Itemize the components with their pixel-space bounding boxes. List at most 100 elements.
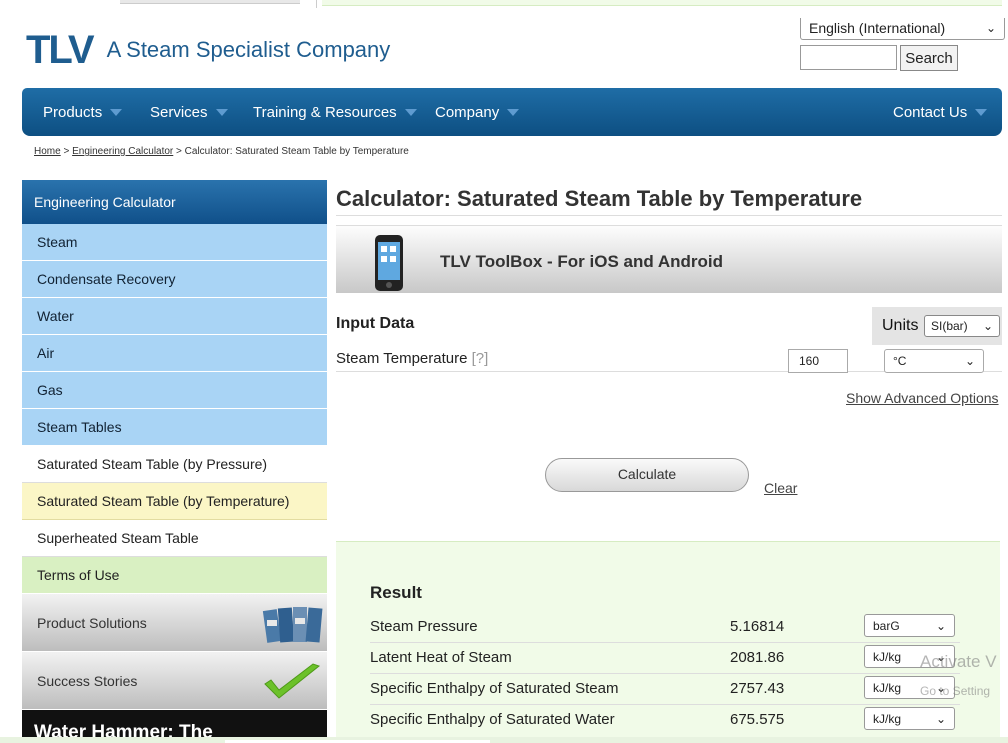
- breadcrumb-current: Calculator: Saturated Steam Table by Tem…: [184, 146, 409, 157]
- result-title: Result: [370, 583, 422, 602]
- calculate-button[interactable]: Calculate: [545, 458, 749, 492]
- sidebar-item-condensate[interactable]: Condensate Recovery: [22, 261, 327, 298]
- temperature-unit-select[interactable]: °C ⌄: [884, 349, 984, 373]
- divider: [370, 673, 960, 674]
- divider: [316, 0, 317, 8]
- clear-link[interactable]: Clear: [764, 480, 797, 496]
- sidebar-item-gas[interactable]: Gas: [22, 372, 327, 409]
- caret-down-icon: [110, 108, 123, 116]
- nav-services-label: Services: [150, 103, 208, 121]
- search-input[interactable]: [800, 45, 897, 70]
- nav-training-label: Training & Resources: [253, 103, 397, 121]
- steam-temp-label: Steam Temperature [?]: [336, 350, 488, 367]
- caret-down-icon: [215, 108, 228, 116]
- toolbox-banner[interactable]: TLV ToolBox - For iOS and Android: [336, 225, 1002, 293]
- result-unit-value: kJ/kg: [873, 680, 902, 695]
- result-label: Steam Pressure: [370, 618, 478, 635]
- result-unit-value: kJ/kg: [873, 649, 902, 664]
- search-button[interactable]: Search: [900, 45, 958, 71]
- help-link[interactable]: [?]: [472, 350, 489, 367]
- divider: [370, 704, 960, 705]
- result-row: Specific Enthalpy of Saturated Steam 275…: [370, 676, 960, 704]
- top-fragment: [120, 0, 300, 4]
- sidebar-item-superheated[interactable]: Superheated Steam Table: [22, 520, 327, 557]
- result-value: 2757.43: [730, 680, 785, 697]
- promo-product-solutions[interactable]: Product Solutions: [22, 594, 327, 652]
- main-nav: Products Services Training & Resources C…: [22, 88, 1002, 136]
- page-title: Calculator: Saturated Steam Table by Tem…: [336, 186, 863, 211]
- checkmark-icon: [264, 663, 321, 699]
- top-green-fragment: [322, 0, 1002, 6]
- caret-down-icon: [404, 108, 417, 116]
- activation-watermark: Activate V: [920, 652, 997, 671]
- promo-success-stories[interactable]: Success Stories: [22, 652, 327, 710]
- sidebar-header[interactable]: Engineering Calculator: [22, 180, 327, 224]
- result-label: Latent Heat of Steam: [370, 649, 512, 666]
- result-unit-value: barG: [873, 618, 900, 633]
- sidebar-item-steam-tables[interactable]: Steam Tables: [22, 409, 327, 446]
- result-unit-select[interactable]: kJ/kg ⌄: [864, 707, 955, 730]
- show-advanced-options-link[interactable]: Show Advanced Options: [846, 390, 999, 406]
- sidebar-item-air[interactable]: Air: [22, 335, 327, 372]
- sidebar-item-water[interactable]: Water: [22, 298, 327, 335]
- logo-tagline: A Steam Specialist Company: [106, 37, 391, 62]
- chevron-down-icon: ⌄: [964, 354, 975, 368]
- units-box: Units SI(bar) ⌄: [872, 307, 1002, 345]
- divider: [370, 642, 960, 643]
- chevron-down-icon: ⌄: [935, 711, 946, 726]
- nav-contact[interactable]: Contact Us: [893, 88, 988, 136]
- site-logo[interactable]: TLV A Steam Specialist Company: [26, 30, 390, 70]
- result-row: Steam Pressure 5.16814 barG ⌄: [370, 614, 960, 642]
- breadcrumb-sep: >: [176, 146, 182, 157]
- caret-down-icon: [975, 108, 988, 116]
- breadcrumb-home[interactable]: Home: [34, 146, 61, 157]
- nav-company-label: Company: [435, 103, 500, 121]
- nav-products-label: Products: [43, 103, 103, 121]
- result-value: 2081.86: [730, 649, 785, 666]
- breadcrumb-engineering[interactable]: Engineering Calculator: [72, 146, 173, 157]
- sidebar-item-steam[interactable]: Steam: [22, 224, 327, 261]
- chevron-down-icon: ⌄: [935, 618, 946, 633]
- nav-training[interactable]: Training & Resources: [253, 88, 417, 136]
- language-select[interactable]: English (International) ⌄: [800, 18, 1005, 40]
- chevron-down-icon: ⌄: [982, 319, 993, 333]
- breadcrumb: Home > Engineering Calculator > Calculat…: [34, 146, 409, 157]
- catalog-image-icon: [262, 607, 323, 643]
- temperature-unit-value: °C: [893, 354, 907, 368]
- units-label: Units: [882, 317, 919, 334]
- result-unit-select[interactable]: barG ⌄: [864, 614, 955, 637]
- steam-temp-text: Steam Temperature: [336, 350, 468, 367]
- sidebar-item-terms[interactable]: Terms of Use: [22, 557, 327, 594]
- divider: [336, 215, 1002, 216]
- phone-icon: [375, 235, 403, 291]
- result-value: 675.575: [730, 711, 785, 728]
- result-row: Latent Heat of Steam 2081.86 kJ/kg ⌄: [370, 645, 960, 673]
- input-data-heading: Input Data: [336, 315, 415, 332]
- breadcrumb-sep: >: [63, 146, 70, 157]
- result-value: 5.16814: [730, 618, 785, 635]
- caret-down-icon: [507, 108, 520, 116]
- language-value: English (International): [809, 20, 946, 36]
- temperature-input[interactable]: 160: [788, 349, 848, 373]
- activation-watermark-sub: Go to Setting: [920, 684, 991, 698]
- units-value: SI(bar): [931, 319, 968, 333]
- result-row: Specific Enthalpy of Saturated Water 675…: [370, 707, 960, 735]
- nav-products[interactable]: Products: [43, 88, 123, 136]
- promo-label: Success Stories: [37, 672, 138, 689]
- sidebar-item-sat-by-temperature[interactable]: Saturated Steam Table (by Temperature): [22, 483, 327, 520]
- nav-company[interactable]: Company: [435, 88, 520, 136]
- promo-label: Product Solutions: [37, 614, 147, 631]
- result-label: Specific Enthalpy of Saturated Water: [370, 711, 615, 728]
- sidebar: Engineering Calculator Steam Condensate …: [22, 180, 327, 743]
- toolbox-label: TLV ToolBox - For iOS and Android: [440, 252, 723, 271]
- top-strip: [0, 0, 1008, 8]
- nav-services[interactable]: Services: [150, 88, 228, 136]
- chevron-down-icon: ⌄: [985, 21, 996, 35]
- nav-contact-label: Contact Us: [893, 103, 968, 121]
- sidebar-item-sat-by-pressure[interactable]: Saturated Steam Table (by Pressure): [22, 446, 327, 483]
- result-label: Specific Enthalpy of Saturated Steam: [370, 680, 619, 697]
- bottom-strip: [0, 737, 1008, 743]
- logo-mark: TLV: [26, 28, 95, 72]
- result-unit-value: kJ/kg: [873, 711, 902, 726]
- units-select[interactable]: SI(bar) ⌄: [924, 315, 1000, 337]
